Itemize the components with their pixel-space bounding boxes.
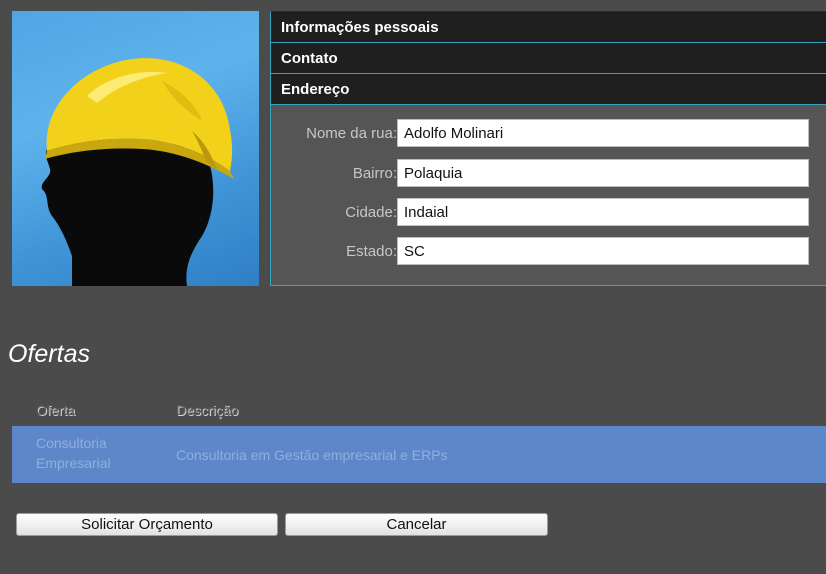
column-offer[interactable]: Oferta xyxy=(36,402,75,418)
offers-table-header: Oferta Descrição xyxy=(12,400,826,424)
offer-name-line2: Empresarial xyxy=(36,455,111,471)
street-input[interactable] xyxy=(397,119,809,147)
state-label: Estado: xyxy=(346,243,397,260)
state-row: Estado: xyxy=(271,237,826,267)
street-row: Nome da rua: xyxy=(271,119,826,149)
table-row[interactable]: Consultoria Empresarial Consultoria em G… xyxy=(12,426,826,483)
street-label: Nome da rua: xyxy=(306,125,397,142)
tab-personal-info[interactable]: Informações pessoais xyxy=(270,11,826,42)
city-label: Cidade: xyxy=(345,204,397,221)
offer-description: Consultoria em Gestão empresarial e ERPs xyxy=(176,447,448,463)
city-row: Cidade: xyxy=(271,198,826,228)
profile-photo xyxy=(12,11,259,286)
tab-contact[interactable]: Contato xyxy=(270,42,826,73)
column-description[interactable]: Descrição xyxy=(176,402,238,418)
offer-name-line1: Consultoria xyxy=(36,435,107,451)
cancel-button[interactable]: Cancelar xyxy=(285,513,548,536)
state-input[interactable] xyxy=(397,237,809,265)
address-panel: Nome da rua: Bairro: Cidade: Estado: xyxy=(270,104,826,286)
district-label: Bairro: xyxy=(352,165,397,182)
offers-title: Ofertas xyxy=(8,340,90,368)
request-quote-button[interactable]: Solicitar Orçamento xyxy=(16,513,278,536)
district-row: Bairro: xyxy=(271,159,826,189)
tab-address[interactable]: Endereço xyxy=(270,73,826,104)
district-input[interactable] xyxy=(397,159,809,187)
city-input[interactable] xyxy=(397,198,809,226)
construction-helmet-silhouette-image xyxy=(41,58,234,286)
accordion: Informações pessoais Contato Endereço No… xyxy=(270,11,826,286)
